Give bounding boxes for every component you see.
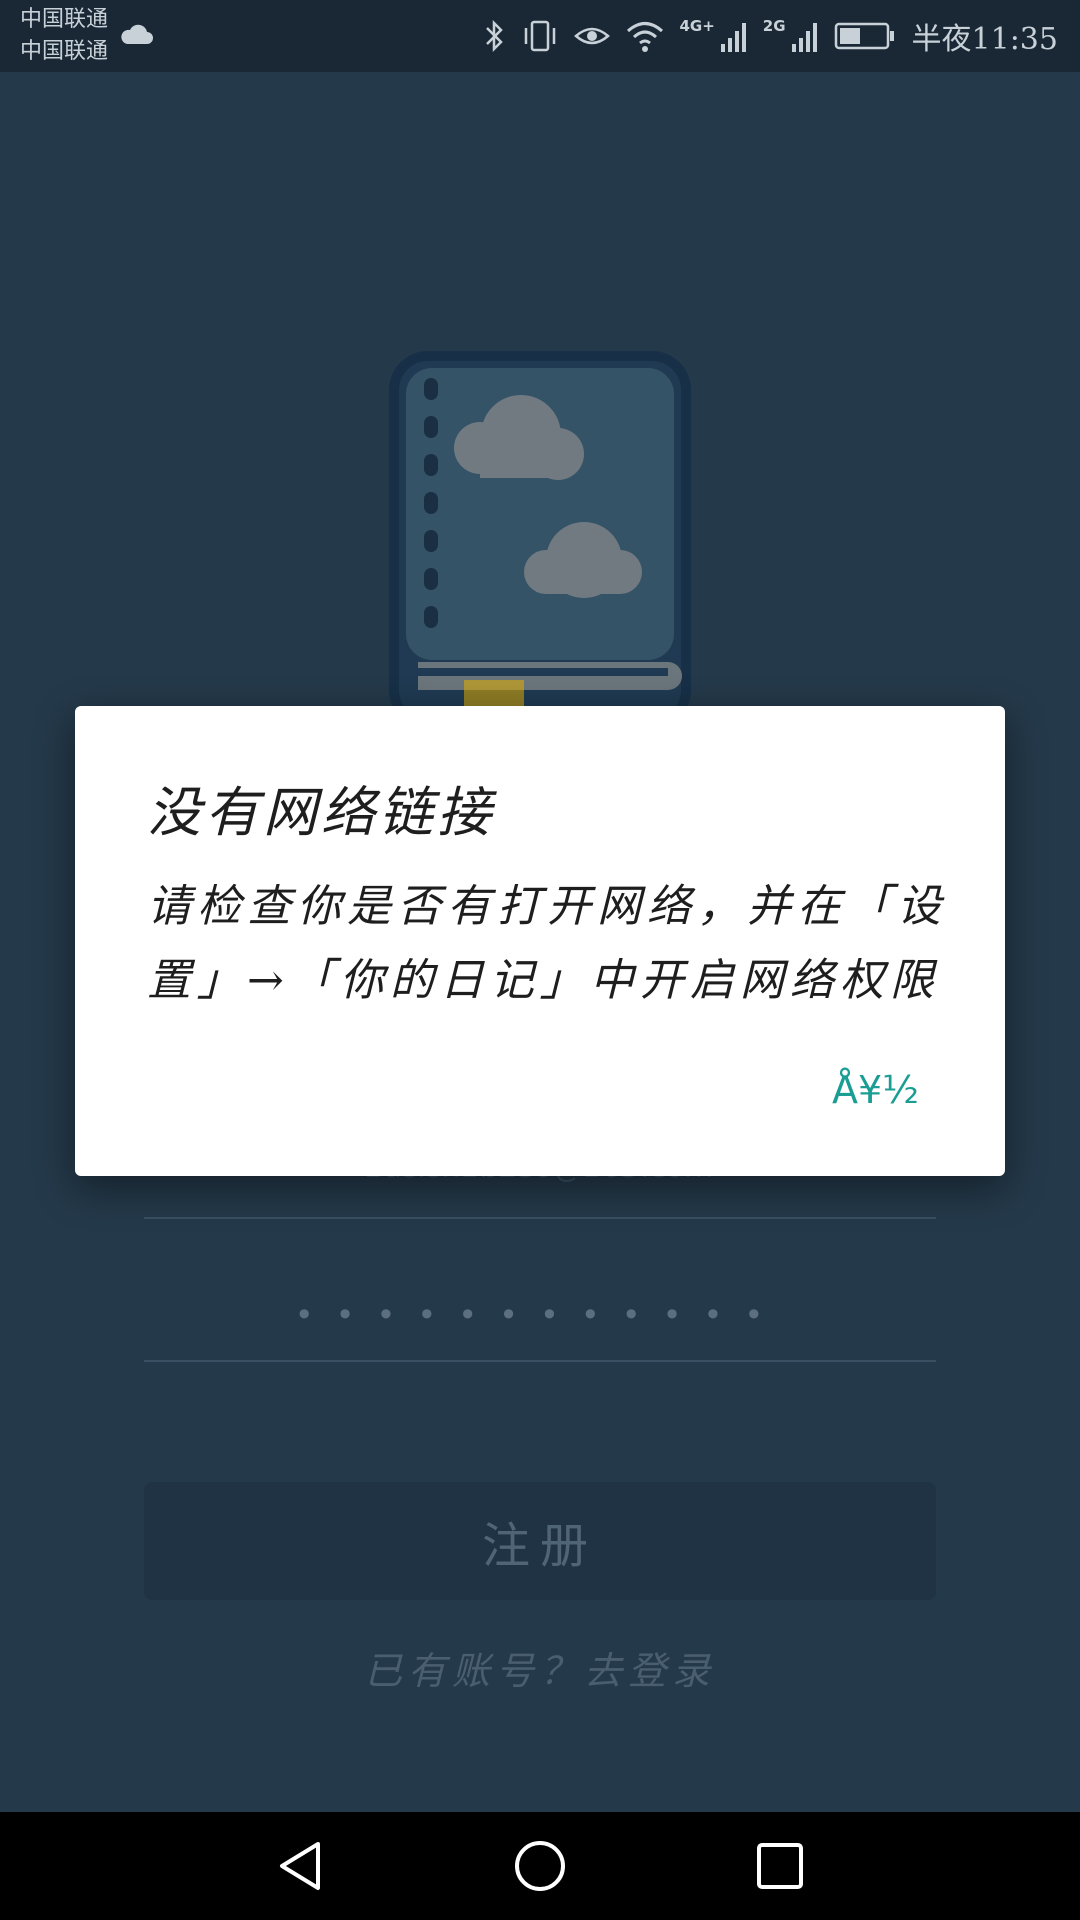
vibrate-icon — [525, 20, 556, 52]
recent-apps-icon[interactable] — [750, 1836, 810, 1896]
network-2-label: 2G — [762, 17, 786, 35]
signal-icon — [720, 23, 746, 52]
status-bar: 中国联通 中国联通 4G+ 2G 半夜11:35 — [0, 0, 1080, 72]
email-underline — [144, 1217, 936, 1219]
clock: 半夜11:35 — [911, 22, 1058, 57]
bluetooth-icon — [486, 19, 504, 53]
go-login-link[interactable]: 已有账号？去登录 — [144, 1640, 936, 1695]
dialog-ok-button[interactable]: Å¥½ — [832, 1068, 919, 1112]
battery-icon — [834, 22, 894, 50]
dialog-title: 没有网络链接 — [147, 781, 495, 844]
carrier-2-label: 中国联通 — [20, 39, 109, 64]
password-underline — [144, 1360, 936, 1362]
cloud-icon — [121, 24, 153, 44]
diary-book-icon — [389, 351, 691, 729]
back-icon[interactable] — [270, 1836, 330, 1896]
signal-icon — [791, 23, 817, 52]
eye-icon — [574, 27, 611, 45]
home-icon[interactable] — [510, 1836, 570, 1896]
navigation-bar — [0, 1812, 1080, 1920]
wifi-icon — [627, 22, 664, 52]
dialog-message: 请检查你是否有打开网络，并在「设置」→「你的日记」中开启网络权限 — [147, 881, 947, 1006]
status-icons: 4G+ 2G 半夜11:35 — [483, 0, 1058, 72]
register-button[interactable]: 注册 — [144, 1482, 936, 1600]
network-1-label: 4G+ — [679, 17, 715, 35]
no-network-dialog: 没有网络链接 请检查你是否有打开网络，并在「设置」→「你的日记」中开启网络权限 … — [75, 706, 1005, 1176]
password-input[interactable]: •••••••••••• — [144, 1296, 936, 1334]
carrier-1-label: 中国联通 — [20, 7, 109, 32]
